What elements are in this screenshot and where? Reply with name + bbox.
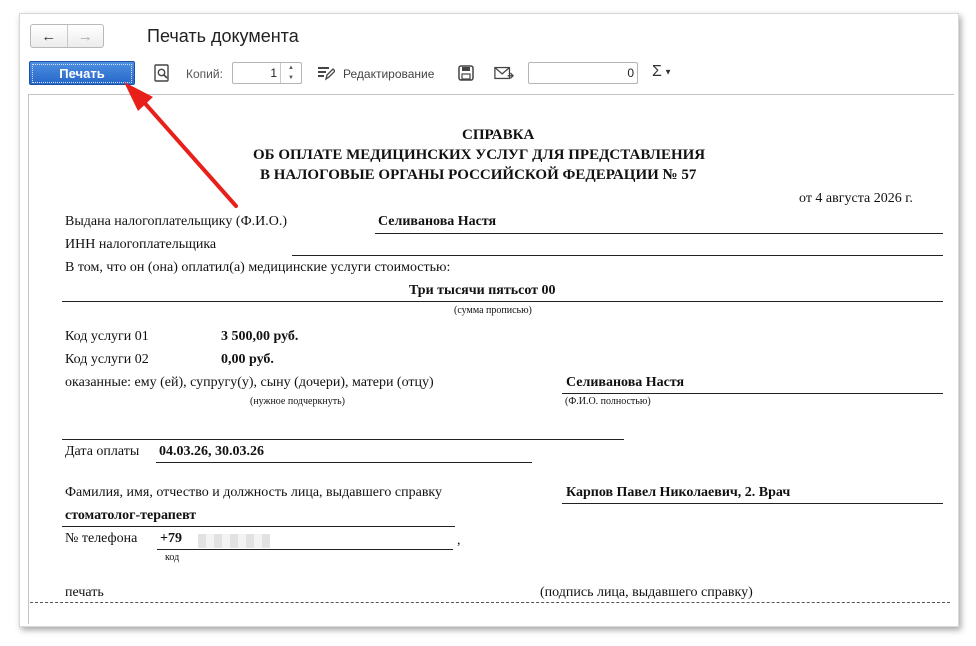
annotation-arrow xyxy=(124,82,238,208)
